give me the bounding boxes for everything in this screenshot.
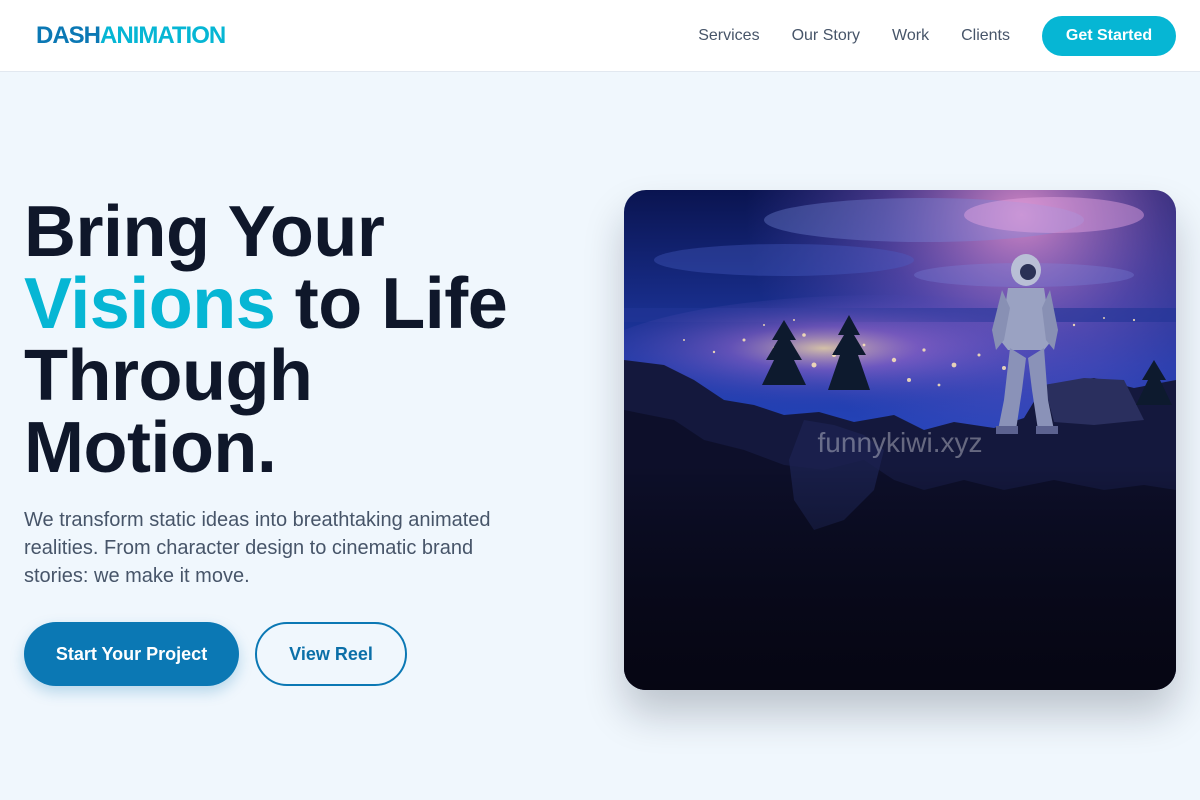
start-project-button[interactable]: Start Your Project [24,622,239,686]
nav-link-clients[interactable]: Clients [961,27,1010,45]
hero-title-line-3: Through [24,336,313,416]
nav-link-our-story[interactable]: Our Story [792,27,860,45]
astronaut-night-scene: funnykiwi.xyz [624,190,1176,690]
hero-title: Bring Your Visions to Life Through Motio… [24,192,508,488]
logo-part-animation: ANIMATION [100,21,226,49]
nav-link-work[interactable]: Work [892,27,929,45]
hero-title-line-1: Bring Your [24,192,385,272]
hero-title-line-2-rest: to Life [275,264,508,344]
site-header: DASH ANIMATION Services Our Story Work C… [0,0,1200,72]
view-reel-button[interactable]: View Reel [255,622,407,686]
get-started-button[interactable]: Get Started [1042,15,1176,56]
image-watermark: funnykiwi.xyz [818,427,983,458]
main-nav: Services Our Story Work Clients Get Star… [698,15,1176,56]
hero-title-line-2: Visions to Life [24,268,508,340]
brand-logo[interactable]: DASH ANIMATION [36,21,226,50]
nav-link-services[interactable]: Services [698,27,759,45]
hero-image: funnykiwi.xyz [624,190,1176,690]
hero-title-line-4: Motion. [24,408,277,488]
hero-description: We transform static ideas into breathtak… [24,509,491,587]
hero-title-accent: Visions [24,264,276,344]
logo-part-dash: DASH [36,21,101,49]
